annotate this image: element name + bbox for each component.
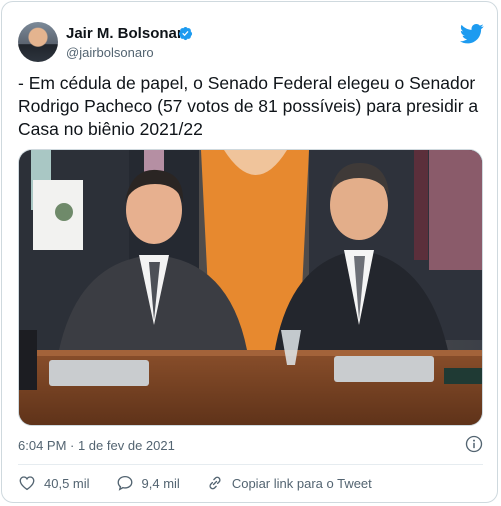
author-handle[interactable]: @jairbolsonaro: [66, 45, 154, 60]
tweet-actions: 40,5 mil 9,4 mil Copiar link para o Twee…: [18, 472, 398, 494]
copy-link-button[interactable]: Copiar link para o Tweet: [206, 474, 372, 492]
reply-count: 9,4 mil: [141, 475, 180, 491]
avatar[interactable]: [18, 22, 58, 62]
author-name[interactable]: Jair M. Bolsonaro: [66, 25, 192, 42]
reply-bubble-icon: [117, 475, 132, 491]
reply-button[interactable]: 9,4 mil: [116, 474, 180, 492]
copy-link-label: Copiar link para o Tweet: [231, 475, 372, 491]
tweet-card[interactable]: Jair M. Bolsonaro @jairbolsonaro - Em cé…: [1, 1, 498, 503]
like-button[interactable]: 40,5 mil: [18, 474, 90, 492]
tweet-text: - Em cédula de papel, o Senado Federal e…: [18, 73, 479, 139]
tweet-timestamp[interactable]: 6:04 PM · 1 de fev de 2021: [18, 438, 175, 453]
senate-photo-image: [19, 150, 482, 425]
like-count: 40,5 mil: [44, 475, 90, 491]
twitter-bird-icon[interactable]: [460, 24, 484, 44]
divider: [18, 464, 483, 465]
verified-badge-icon: [178, 26, 193, 41]
link-icon: [209, 476, 221, 490]
tweet-photo[interactable]: [18, 149, 483, 426]
heart-icon: [19, 476, 35, 491]
info-icon[interactable]: [465, 435, 483, 453]
